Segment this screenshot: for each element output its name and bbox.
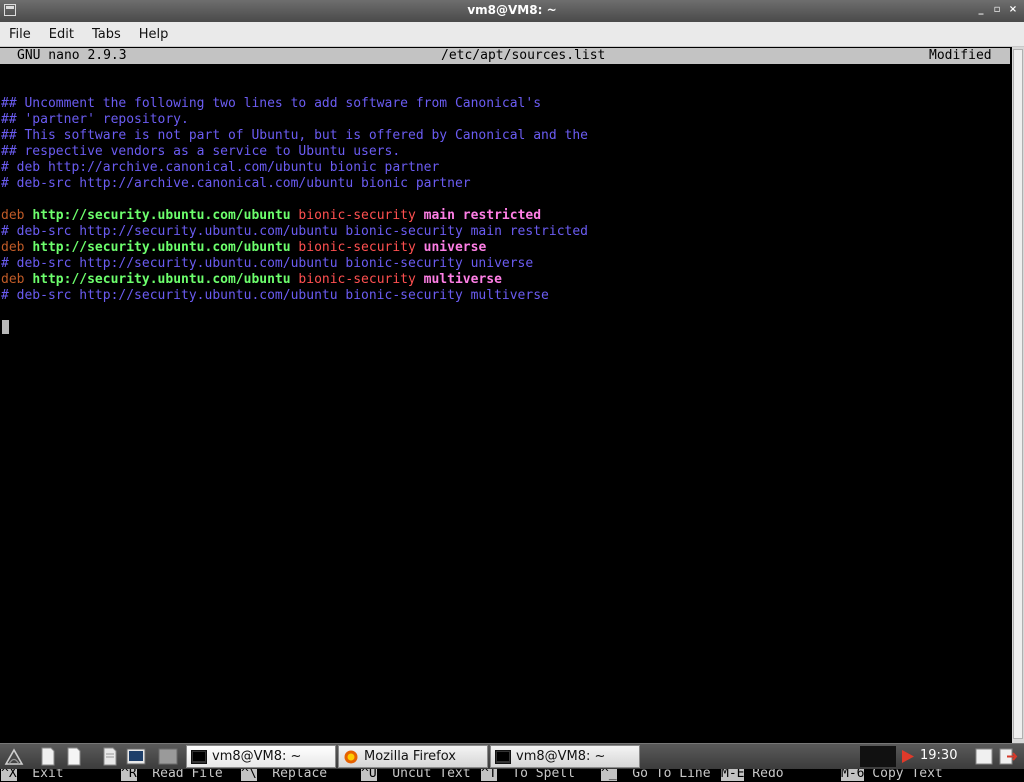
repo-suite: bionic-security bbox=[298, 208, 416, 223]
file-line: # deb-src http://security.ubuntu.com/ubu… bbox=[1, 256, 533, 272]
comment-text: # deb-src http://security.ubuntu.com/ubu… bbox=[1, 256, 534, 271]
taskbar-app-button[interactable]: vm8@VM8: ~ bbox=[490, 745, 640, 768]
repo-components: multiverse bbox=[423, 272, 502, 287]
file-line: # deb http://archive.canonical.com/ubunt… bbox=[1, 160, 439, 176]
file-line: # deb-src http://security.ubuntu.com/ubu… bbox=[1, 288, 549, 304]
menu-bar: File Edit Tabs Help bbox=[0, 22, 1024, 47]
repo-url: http://security.ubuntu.com/ubuntu bbox=[32, 240, 291, 255]
taskbar-app-button[interactable]: vm8@VM8: ~ bbox=[186, 745, 336, 768]
window-title: vm8@VM8: ~ bbox=[467, 3, 557, 17]
logout-icon[interactable] bbox=[998, 747, 1018, 766]
taskbar-app-label: vm8@VM8: ~ bbox=[212, 749, 302, 764]
taskbar: vm8@VM8: ~ Mozilla Firefox vm8@VM8: ~ 19:3… bbox=[0, 743, 1024, 769]
file-line: # deb-src http://security.ubuntu.com/ubu… bbox=[1, 224, 588, 240]
comment-text: ## This software is not part of Ubuntu, … bbox=[1, 128, 588, 143]
terminal-icon bbox=[191, 749, 207, 764]
comment-text: # deb-src http://security.ubuntu.com/ubu… bbox=[1, 224, 588, 239]
file-line: deb http://security.ubuntu.com/ubuntu bi… bbox=[1, 208, 541, 224]
window-title-bar[interactable]: vm8@VM8: ~ _ ▫ × bbox=[0, 0, 1024, 22]
comment-text: # deb-src http://archive.canonical.com/u… bbox=[1, 176, 471, 191]
document-icon[interactable] bbox=[100, 747, 120, 766]
comment-text: # deb-src http://security.ubuntu.com/ubu… bbox=[1, 288, 549, 303]
comment-text: ## respective vendors as a service to Ub… bbox=[1, 144, 401, 159]
text-cursor bbox=[2, 320, 9, 334]
repo-suite: bionic-security bbox=[298, 240, 416, 255]
nano-status: Modified bbox=[929, 48, 992, 63]
scrollbar-thumb[interactable] bbox=[1013, 49, 1023, 739]
volume-icon[interactable] bbox=[898, 747, 918, 766]
repo-components: main restricted bbox=[423, 208, 542, 223]
menu-edit[interactable]: Edit bbox=[40, 27, 83, 42]
menu-tabs[interactable]: Tabs bbox=[83, 27, 130, 42]
cpu-monitor bbox=[860, 746, 896, 767]
close-button[interactable]: × bbox=[1006, 2, 1020, 18]
taskbar-app-button[interactable]: Mozilla Firefox bbox=[338, 745, 488, 768]
nano-header-bar: GNU nano 2.9.3 /etc/apt/sources.list Mod… bbox=[0, 48, 1010, 64]
lock-screen-icon[interactable] bbox=[974, 747, 994, 766]
file-line: ## respective vendors as a service to Ub… bbox=[1, 144, 400, 160]
firefox-icon bbox=[344, 750, 358, 763]
repo-url: http://security.ubuntu.com/ubuntu bbox=[32, 208, 291, 223]
file-line: deb http://security.ubuntu.com/ubuntu bi… bbox=[1, 240, 486, 256]
terminal-icon bbox=[495, 749, 511, 764]
terminal-launcher-icon[interactable] bbox=[126, 747, 146, 766]
repo-suite: bionic-security bbox=[298, 272, 416, 287]
comment-text: ## 'partner' repository. bbox=[1, 112, 189, 127]
taskbar-app-label: vm8@VM8: ~ bbox=[516, 749, 606, 764]
file-manager-icon[interactable] bbox=[38, 747, 58, 766]
terminal-area[interactable]: GNU nano 2.9.3 /etc/apt/sources.list Mod… bbox=[0, 47, 1012, 781]
desktop-icon[interactable] bbox=[158, 747, 178, 766]
maximize-button[interactable]: ▫ bbox=[990, 2, 1004, 18]
deb-keyword: deb bbox=[1, 240, 25, 255]
repo-url: http://security.ubuntu.com/ubuntu bbox=[32, 272, 291, 287]
repo-components: universe bbox=[423, 240, 487, 255]
comment-text: # deb http://archive.canonical.com/ubunt… bbox=[1, 160, 440, 175]
nano-filename: /etc/apt/sources.list bbox=[441, 48, 606, 63]
menu-file[interactable]: File bbox=[0, 27, 40, 42]
taskbar-app-label: Mozilla Firefox bbox=[364, 749, 456, 764]
comment-text: ## Uncomment the following two lines to … bbox=[1, 96, 542, 111]
file-line: ## Uncomment the following two lines to … bbox=[1, 96, 541, 112]
deb-keyword: deb bbox=[1, 208, 25, 223]
text-editor-icon[interactable] bbox=[64, 747, 84, 766]
terminal-scrollbar[interactable] bbox=[1012, 47, 1024, 743]
menu-help[interactable]: Help bbox=[130, 27, 178, 42]
file-line: ## 'partner' repository. bbox=[1, 112, 189, 128]
file-line: ## This software is not part of Ubuntu, … bbox=[1, 128, 588, 144]
start-menu-icon[interactable] bbox=[4, 747, 24, 766]
clock[interactable]: 19:30 bbox=[920, 748, 957, 763]
deb-keyword: deb bbox=[1, 272, 25, 287]
file-line: # deb-src http://archive.canonical.com/u… bbox=[1, 176, 471, 192]
nano-version: GNU nano 2.9.3 bbox=[17, 48, 127, 63]
minimize-button[interactable]: _ bbox=[974, 2, 988, 18]
file-line: deb http://security.ubuntu.com/ubuntu bi… bbox=[1, 272, 502, 288]
